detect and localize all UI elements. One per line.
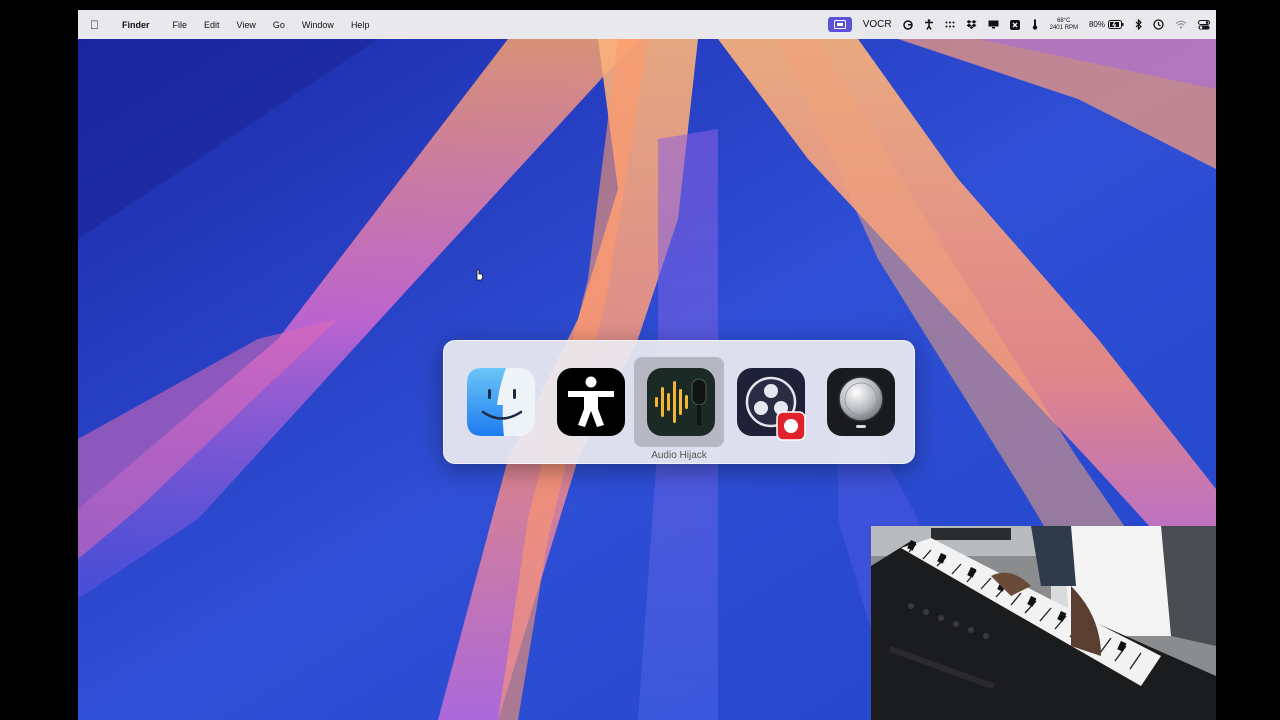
audio-hijack-icon [647, 368, 715, 436]
recording-badge-icon [776, 411, 806, 441]
control-center-icon[interactable] [1198, 19, 1210, 30]
circle-g-icon[interactable] [902, 19, 913, 30]
time-machine-icon[interactable] [1153, 19, 1164, 30]
selected-app-label: Audio Hijack [651, 450, 707, 461]
logic-pro-icon [827, 368, 895, 436]
dropbox-icon[interactable] [966, 19, 977, 30]
display-icon[interactable] [988, 20, 999, 29]
accessibility-icon [557, 368, 625, 436]
apple-menu-icon[interactable]:  [90, 18, 108, 32]
app-menu-finder[interactable]: Finder [122, 20, 159, 30]
switcher-app-accessibility[interactable] [544, 357, 634, 447]
menu-file[interactable]: File [173, 20, 197, 30]
screen-share-status-icon[interactable] [827, 17, 852, 32]
switcher-app-audio-hijack[interactable] [634, 357, 724, 447]
menu-help[interactable]: Help [351, 20, 379, 30]
switcher-app-finder[interactable] [454, 357, 544, 447]
finder-icon [467, 368, 535, 436]
menu-bar:  Finder File Edit View Go Window Help V… [78, 10, 1216, 39]
app-switcher: Audio Hijack [443, 340, 915, 464]
battery-percent[interactable]: 80% [1089, 20, 1105, 29]
temperature-value: 68°C [1057, 17, 1071, 24]
menu-go[interactable]: Go [273, 20, 294, 30]
webcam-overlay-keyboard-video [871, 526, 1216, 720]
mouse-pointer-icon [474, 268, 484, 284]
temperature-fan-readout[interactable]: 68°C 2401 RPM [1050, 18, 1078, 32]
menu-window[interactable]: Window [302, 20, 343, 30]
vocr-menu[interactable]: VOCR [863, 19, 892, 30]
battery-charging-icon[interactable] [1108, 20, 1124, 29]
bluetooth-icon[interactable] [1135, 19, 1142, 30]
thermometer-icon[interactable] [1031, 19, 1039, 30]
accessibility-menu-icon[interactable] [924, 19, 934, 30]
switcher-app-obs[interactable] [724, 357, 814, 447]
wifi-icon[interactable] [1175, 20, 1187, 29]
x-box-icon[interactable] [1009, 19, 1020, 30]
menu-edit[interactable]: Edit [204, 20, 229, 30]
switcher-app-logic-pro[interactable] [814, 357, 904, 447]
menu-view[interactable]: View [237, 20, 265, 30]
fan-rpm-value: 2401 RPM [1049, 24, 1078, 31]
grid-dots-icon[interactable] [945, 21, 955, 29]
